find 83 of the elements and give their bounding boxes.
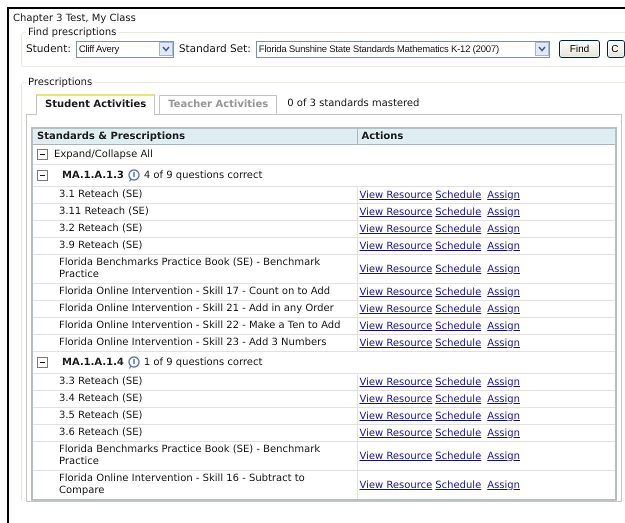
action-link[interactable]: View Resource <box>360 376 432 388</box>
action-link[interactable]: View Resource <box>360 206 432 218</box>
action-link[interactable]: View Resource <box>360 286 432 298</box>
action-link[interactable]: Schedule <box>435 410 482 422</box>
action-link[interactable]: View Resource <box>360 240 432 252</box>
info-icon[interactable] <box>128 169 140 182</box>
questions-correct: 4 of 9 questions correct <box>144 170 262 181</box>
prescription-name: 3.6 Reteach (SE) <box>32 424 357 442</box>
expand-collapse-all-label[interactable]: Expand/Collapse All <box>54 149 153 160</box>
panel-legend: Find prescriptions <box>26 27 118 38</box>
action-link[interactable]: View Resource <box>360 450 432 462</box>
action-link[interactable]: View Resource <box>360 224 432 234</box>
action-link[interactable]: Assign <box>487 320 520 332</box>
prescription-name: Florida Online Intervention - Skill 16 - Subtract to Compare <box>32 470 357 500</box>
collapse-toggle-icon[interactable] <box>37 357 48 368</box>
prescription-name: Florida Online Intervention - Skill 17 - Count on to Add <box>32 284 357 300</box>
action-link[interactable]: View Resource <box>360 320 432 332</box>
action-link[interactable]: Schedule <box>435 394 482 404</box>
prescription-name: 3.1 Reteach (SE) <box>32 186 357 204</box>
column-header: Actions <box>357 128 616 144</box>
prescription-name: 3.9 Reteach (SE) <box>32 238 357 254</box>
action-link[interactable]: Schedule <box>435 320 482 332</box>
action-link[interactable]: Schedule <box>435 206 482 218</box>
action-link[interactable]: Assign <box>487 376 520 388</box>
mastered-count: 0 of 3 standards mastered <box>286 98 420 111</box>
find-button[interactable]: Find <box>558 40 600 58</box>
standard-code: MA.1.A.1.4 <box>62 357 124 368</box>
prescription-name: 3.2 Reteach (SE) <box>32 220 357 238</box>
action-link[interactable]: Assign <box>487 428 520 438</box>
action-link[interactable]: View Resource <box>360 428 432 438</box>
action-link[interactable]: Schedule <box>435 450 482 462</box>
standard-set-dropdown[interactable]: Florida Sunshine State Standards Mathematics K-12 (2007) <box>256 40 550 58</box>
questions-correct: 1 of 9 questions correct <box>144 357 262 368</box>
action-link[interactable]: Schedule <box>435 338 482 348</box>
action-link[interactable]: Assign <box>487 480 520 490</box>
prescription-name: Florida Online Intervention - Skill 22 - Make a Ten to Add <box>32 318 357 334</box>
action-link[interactable]: Assign <box>487 224 520 234</box>
prescription-name: 3.11 Reteach (SE) <box>32 204 357 220</box>
student-label: Student: <box>26 43 71 55</box>
tab[interactable]: Student Activities <box>36 94 156 115</box>
panel-legend: Prescriptions <box>26 77 94 88</box>
window-title: Chapter 3 Test, My Class <box>13 13 137 24</box>
prescription-name: 3.3 Reteach (SE) <box>32 374 357 390</box>
action-link[interactable]: Schedule <box>435 304 482 314</box>
prescription-name: Florida Benchmarks Practice Book (SE) - Benchmark Practice <box>32 442 357 470</box>
action-link[interactable]: Schedule <box>435 376 482 388</box>
action-link[interactable]: View Resource <box>360 190 432 200</box>
column-header: Standards & Prescriptions <box>32 128 357 144</box>
prescription-name: Florida Benchmarks Practice Book (SE) - Benchmark Practice <box>32 254 357 284</box>
find-button[interactable]: C <box>607 40 625 58</box>
action-link[interactable]: Assign <box>487 264 520 274</box>
action-link[interactable]: Schedule <box>435 190 482 200</box>
prescription-name: Florida Online Intervention - Skill 21 - Add in any Order <box>32 300 357 318</box>
action-link[interactable]: Schedule <box>435 264 482 274</box>
action-link[interactable]: Assign <box>487 190 520 200</box>
action-link[interactable]: Assign <box>487 206 520 218</box>
action-link[interactable]: Assign <box>487 286 520 298</box>
action-link[interactable]: Schedule <box>435 286 482 298</box>
prescription-name: 3.4 Reteach (SE) <box>32 390 357 408</box>
action-link[interactable]: Schedule <box>435 224 482 234</box>
action-link[interactable]: Schedule <box>435 480 482 490</box>
action-link[interactable]: Assign <box>487 410 520 422</box>
action-link[interactable]: View Resource <box>360 410 432 422</box>
action-link[interactable]: Schedule <box>435 428 482 438</box>
collapse-toggle-icon[interactable] <box>37 149 48 160</box>
standard-set-label: Standard Set: <box>178 43 251 55</box>
prescription-name: 3.5 Reteach (SE) <box>32 408 357 424</box>
action-link[interactable]: View Resource <box>360 338 432 348</box>
prescription-name: Florida Online Intervention - Skill 23 - Add 3 Numbers <box>32 334 357 352</box>
info-icon[interactable] <box>128 356 140 369</box>
action-link[interactable]: View Resource <box>360 304 432 314</box>
action-link[interactable]: Assign <box>487 450 520 462</box>
action-link[interactable]: Schedule <box>435 240 482 252</box>
action-link[interactable]: Assign <box>487 338 520 348</box>
action-link[interactable]: View Resource <box>360 264 432 274</box>
action-link[interactable]: Assign <box>487 240 520 252</box>
action-link[interactable]: Assign <box>487 304 520 314</box>
standard-code: MA.1.A.1.3 <box>62 170 124 181</box>
action-link[interactable]: View Resource <box>360 480 432 490</box>
action-link[interactable]: Assign <box>487 394 520 404</box>
collapse-toggle-icon[interactable] <box>37 170 48 181</box>
action-link[interactable]: View Resource <box>360 394 432 404</box>
student-dropdown[interactable]: Cliff Avery <box>76 40 174 58</box>
